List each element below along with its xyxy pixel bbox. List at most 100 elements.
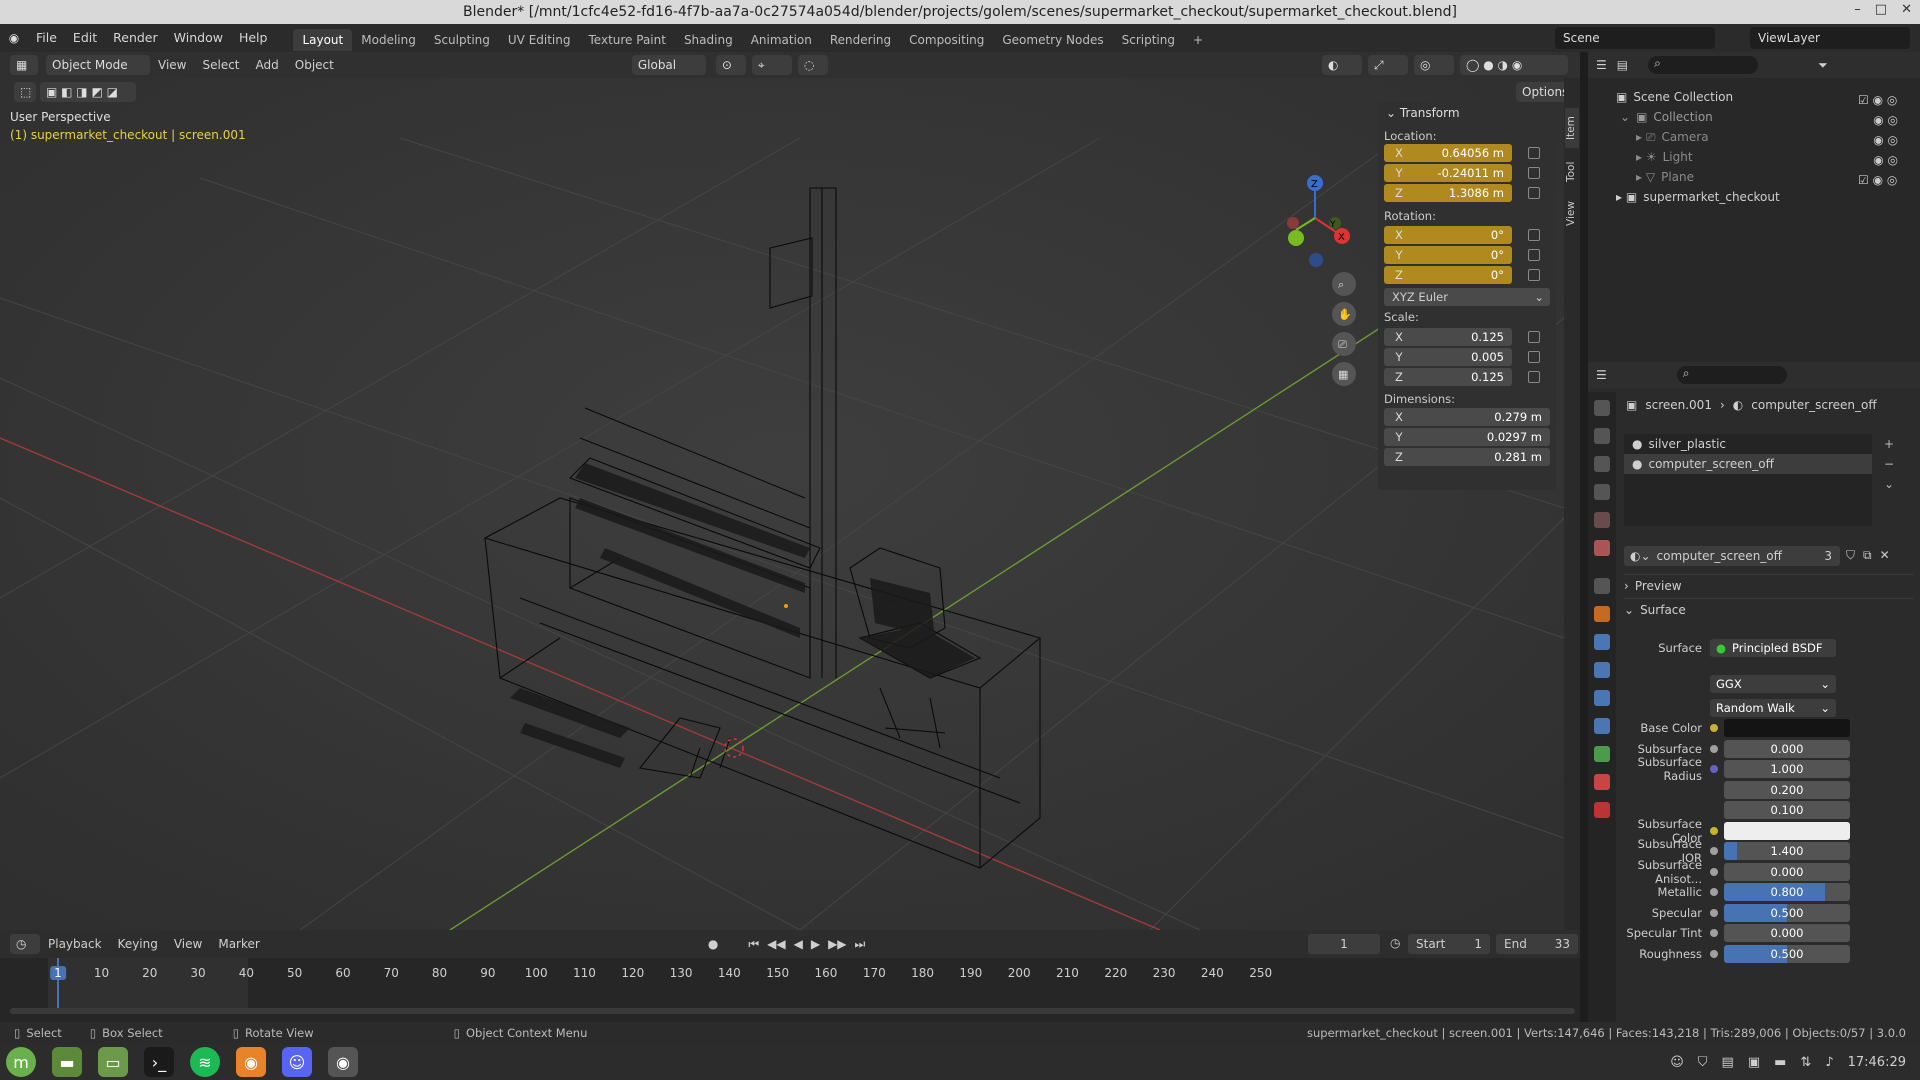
rotation-z-field[interactable]: Z 0° — [1384, 266, 1512, 284]
blender-taskbar-icon[interactable]: ◉ — [328, 1047, 358, 1077]
surface-shader-field[interactable]: ● Principled BSDF — [1710, 639, 1836, 657]
menu-window[interactable]: Window — [166, 24, 231, 52]
rotation-mode-dropdown[interactable]: XYZ Euler ⌄ — [1384, 288, 1550, 306]
tab-tool[interactable]: Tool — [1565, 154, 1579, 190]
tab-sculpting[interactable]: Sculpting — [425, 29, 499, 51]
tab-scripting[interactable]: Scripting — [1113, 29, 1184, 51]
tab-modeling[interactable]: Modeling — [352, 29, 425, 51]
lock-icon[interactable] — [1528, 351, 1540, 363]
end-frame-field[interactable]: End 33 — [1496, 934, 1578, 954]
tab-animation[interactable]: Animation — [742, 29, 821, 51]
property-value-field[interactable] — [1724, 821, 1850, 840]
menu-view[interactable]: View — [166, 937, 210, 951]
socket-dot-icon[interactable] — [1710, 908, 1718, 917]
property-value-field[interactable]: 0.000 — [1724, 924, 1850, 942]
close-icon[interactable]: ✕ — [1901, 2, 1912, 17]
discord-tray-icon[interactable]: ☺ — [1670, 1055, 1684, 1070]
view-layer-tab-icon[interactable] — [1594, 484, 1610, 500]
outliner-editor-icon[interactable]: ☰ — [1596, 58, 1607, 72]
property-value-field[interactable]: 0.000 — [1724, 862, 1850, 881]
properties-editor-icon[interactable]: ☰ — [1596, 368, 1607, 382]
menu-marker[interactable]: Marker — [210, 937, 267, 951]
clipboard-icon[interactable]: ▤ — [1722, 1055, 1734, 1070]
jump-start-icon[interactable]: ⏮ — [748, 937, 759, 952]
select-tool-icon[interactable]: ⬚ — [14, 82, 36, 102]
filter-icon[interactable]: ⏷ — [1818, 58, 1828, 73]
location-z-field[interactable]: Z 1.3086 m — [1384, 184, 1512, 202]
socket-dot-icon[interactable] — [1710, 847, 1718, 855]
flag-icon[interactable]: ▬ — [1774, 1055, 1786, 1070]
menu-select[interactable]: Select — [194, 58, 247, 72]
mint-menu-icon[interactable]: m — [6, 1047, 36, 1077]
world-tab-icon[interactable] — [1594, 540, 1610, 556]
mode-selector[interactable]: Object Mode — [46, 55, 150, 75]
3d-viewport[interactable]: ZXY ⌕ ✋ ⎚ ▦ ⬚ ▣ ◧ ◨ ◩ ◪ Options User Per… — [0, 78, 1564, 930]
datablock-buttons[interactable]: ⛉ ⧉ ✕ — [1846, 548, 1890, 563]
preview-section-header[interactable]: › Preview — [1624, 574, 1914, 596]
lock-icon[interactable] — [1528, 331, 1540, 343]
visibility-icon[interactable]: ◐ — [1322, 55, 1362, 75]
property-value-field[interactable]: 0.500 — [1724, 944, 1850, 963]
location-x-field[interactable]: X 0.64056 m — [1384, 144, 1512, 162]
grid-toggle-icon[interactable]: ▦ — [1338, 368, 1348, 381]
property-value-field[interactable]: 0.000 — [1724, 739, 1850, 758]
socket-dot-icon[interactable] — [1710, 888, 1718, 896]
outliner-search-input[interactable]: ⌕ — [1648, 56, 1759, 74]
next-key-icon[interactable]: ▶▶ — [828, 937, 846, 952]
slot-buttons[interactable]: + − ⌄ — [1884, 434, 1894, 494]
socket-dot-icon[interactable] — [1710, 806, 1718, 814]
lock-icon[interactable] — [1528, 249, 1540, 261]
rotation-x-field[interactable]: X 0° — [1384, 226, 1512, 244]
options-button[interactable]: Options — [1516, 82, 1564, 102]
blender-logo-icon[interactable]: ◉ — [0, 24, 28, 52]
unlink-icon[interactable]: ✕ — [1880, 548, 1890, 563]
tab-rendering[interactable]: Rendering — [821, 29, 900, 51]
modifier-tab-icon[interactable] — [1594, 634, 1610, 650]
tab-texture-paint[interactable]: Texture Paint — [580, 29, 675, 51]
socket-dot-icon[interactable] — [1710, 744, 1718, 753]
discord-icon[interactable]: ☺ — [282, 1047, 312, 1077]
shading-mode-icons[interactable]: ◯ ● ◑ ◉ — [1460, 55, 1568, 75]
files-icon[interactable]: ▬ — [52, 1047, 82, 1077]
rotation-y-field[interactable]: Y 0° — [1384, 246, 1512, 264]
menu-file[interactable]: File — [28, 24, 65, 52]
socket-dot-icon[interactable] — [1710, 949, 1718, 958]
property-value-field[interactable]: 1.400 — [1724, 842, 1850, 860]
pivot-icon[interactable]: ⊙ — [715, 55, 746, 75]
distribution-dropdown[interactable]: GGX ⌄ — [1710, 675, 1836, 693]
tool-select-modes[interactable]: ⬚ ▣ ◧ ◨ ◩ ◪ — [14, 82, 144, 104]
proportional-icon[interactable]: ◌ — [797, 55, 828, 75]
properties-search-input[interactable]: ⌕ — [1676, 366, 1787, 384]
network-icon[interactable]: ⇅ — [1800, 1055, 1811, 1070]
tab-compositing[interactable]: Compositing — [900, 29, 993, 51]
visibility-toggles[interactable]: ☑ ◉ ◎ ◉ ◎ ◉ ◎ ◉ ◎ ☑ ◉ ◎ — [1858, 90, 1898, 190]
menu-object[interactable]: Object — [287, 58, 342, 72]
render-tab-icon[interactable] — [1594, 428, 1610, 444]
constraint-tab-icon[interactable] — [1594, 718, 1610, 734]
duplicate-icon[interactable]: ⧉ — [1863, 548, 1872, 563]
pan-hand-icon[interactable]: ✋ — [1338, 308, 1352, 321]
material-browse-icon[interactable]: ◐⌄ — [1624, 549, 1651, 563]
menu-keying[interactable]: Keying — [110, 937, 166, 951]
socket-dot-icon[interactable] — [1710, 867, 1718, 876]
menu-render[interactable]: Render — [105, 24, 166, 52]
object-tab-icon[interactable] — [1594, 606, 1610, 622]
output-tab-icon[interactable] — [1594, 456, 1610, 472]
menu-view[interactable]: View — [150, 58, 194, 72]
material-name-field[interactable]: computer_screen_off — [1657, 549, 1825, 563]
tab-geometry-nodes[interactable]: Geometry Nodes — [993, 29, 1112, 51]
folder-icon[interactable]: ▭ — [98, 1047, 128, 1077]
dimensions-x-field[interactable]: X 0.279 m — [1384, 408, 1550, 426]
property-value-field[interactable]: 0.800 — [1724, 883, 1850, 901]
tab-layout[interactable]: Layout — [293, 28, 353, 51]
socket-dot-icon[interactable] — [1710, 765, 1718, 773]
start-frame-field[interactable]: Start 1 — [1408, 934, 1490, 954]
lock-icon[interactable] — [1528, 187, 1540, 199]
scene-tab-icon[interactable] — [1594, 512, 1610, 528]
display-icon[interactable]: ▣ — [1748, 1055, 1760, 1070]
shield-icon[interactable]: ⛉ — [1698, 1055, 1708, 1070]
lock-icon[interactable] — [1528, 371, 1540, 383]
gizmo-icon[interactable]: ⤢ — [1368, 55, 1408, 75]
property-value-field[interactable]: 1.000 — [1724, 760, 1850, 778]
play-reverse-icon[interactable]: ◀ — [794, 937, 803, 952]
